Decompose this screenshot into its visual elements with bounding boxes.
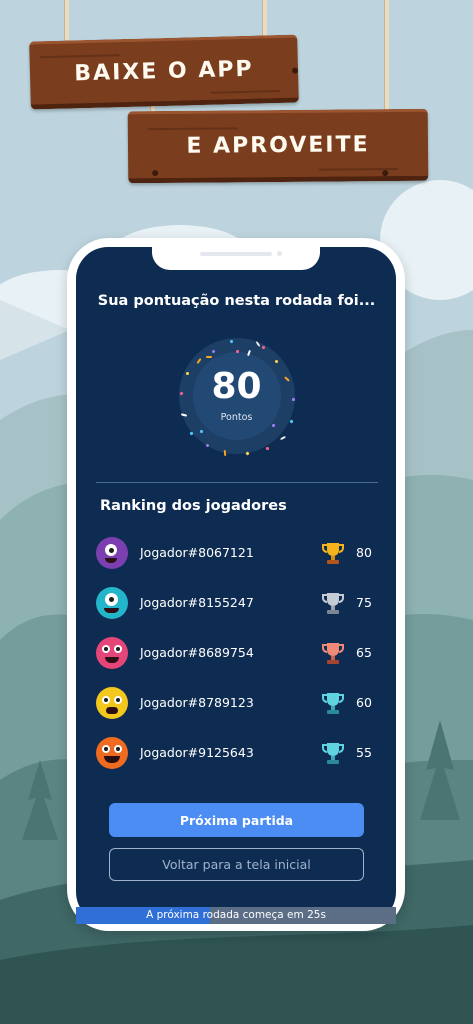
confetti-piece <box>265 446 270 451</box>
pink-monster-icon <box>96 637 128 669</box>
banner-text-line1: BAIXE O APP <box>74 56 254 86</box>
cyan-monster-icon <box>96 587 128 619</box>
ranking-title: Ranking dos jogadores <box>100 498 287 514</box>
countdown-progress-bar: A próxima rodada começa em 25s <box>76 907 396 924</box>
purple-monster-icon <box>96 537 128 569</box>
back-home-button[interactable]: Voltar para a tela inicial <box>109 848 364 881</box>
rope <box>384 0 389 110</box>
countdown-text: A próxima rodada começa em 25s <box>146 909 326 921</box>
banner-text-line2: E APROVEITE <box>186 131 370 159</box>
player-score: 75 <box>356 595 372 610</box>
yellow-monster-icon <box>96 687 128 719</box>
ranking-row: Jogador#8689754 65 <box>96 635 378 671</box>
score-unit-label: Pontos <box>220 412 253 423</box>
teal-trophy-icon <box>322 743 344 764</box>
phone-speaker <box>200 252 272 256</box>
ranking-row: Jogador#8789123 60 <box>96 685 378 721</box>
silver-trophy-icon <box>322 593 344 614</box>
banner-sign-bottom: E APROVEITE <box>127 108 429 184</box>
player-score: 55 <box>356 745 372 760</box>
gold-trophy-icon <box>322 543 344 564</box>
ranking-row: Jogador#8155247 75 <box>96 585 378 621</box>
phone-camera <box>277 251 282 256</box>
banner-sign-top: BAIXE O APP <box>29 34 299 110</box>
player-score: 60 <box>356 695 372 710</box>
ranking-row: Jogador#8067121 80 <box>96 535 378 571</box>
teal-trophy-icon <box>322 693 344 714</box>
player-name: Jogador#8689754 <box>140 645 254 660</box>
player-name: Jogador#8789123 <box>140 695 254 710</box>
score-heading: Sua pontuação nesta rodada foi... <box>97 293 376 309</box>
confetti-piece <box>206 356 212 358</box>
orange-monster-icon <box>96 737 128 769</box>
confetti-piece <box>235 349 240 354</box>
player-score: 80 <box>356 545 372 560</box>
player-name: Jogador#8067121 <box>140 545 254 560</box>
player-name: Jogador#8155247 <box>140 595 254 610</box>
ranking-row: Jogador#9125643 55 <box>96 735 378 771</box>
rope <box>64 0 69 42</box>
player-score: 65 <box>356 645 372 660</box>
next-match-button[interactable]: Próxima partida <box>109 803 364 837</box>
divider <box>96 482 378 483</box>
bronze-trophy-icon <box>322 643 344 664</box>
player-name: Jogador#9125643 <box>140 745 254 760</box>
score-value: 80 <box>211 366 262 407</box>
